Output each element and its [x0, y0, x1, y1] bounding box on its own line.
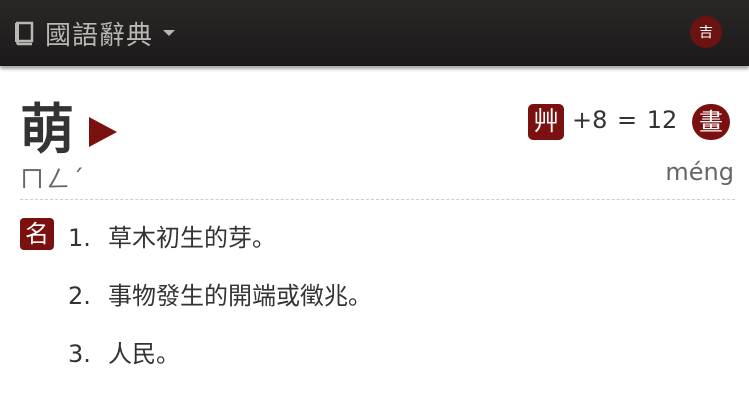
stroke-count: +8 = 12	[572, 106, 678, 134]
seal-icon[interactable]: 吉	[690, 16, 722, 48]
definition-text: 人民。	[108, 340, 180, 368]
definition-number: 3.	[68, 340, 91, 368]
stroke-badge: 畫	[692, 104, 730, 140]
definition-text: 事物發生的開端或徵兆。	[108, 282, 372, 310]
top-bar: 國語辭典 吉	[0, 0, 749, 66]
book-icon	[11, 20, 37, 46]
pinyin: méng	[665, 158, 734, 186]
definition-number: 1.	[68, 224, 91, 252]
definition-item: 1. 草木初生的芽。	[68, 218, 372, 276]
chevron-down-icon	[163, 30, 176, 36]
definition-number: 2.	[68, 282, 91, 310]
headword: 萌	[20, 97, 74, 161]
definition-text: 草木初生的芽。	[108, 224, 276, 252]
dictionary-title: 國語辭典	[45, 20, 154, 51]
radical-badge[interactable]: 艸	[528, 104, 564, 140]
definition-list: 1. 草木初生的芽。 2. 事物發生的開端或徵兆。 3. 人民。	[68, 218, 372, 392]
divider	[20, 199, 735, 200]
play-audio-icon[interactable]	[89, 117, 117, 147]
dictionary-selector[interactable]: 國語辭典	[11, 0, 176, 66]
definition-item: 3. 人民。	[68, 334, 372, 392]
bopomofo: ㄇㄥˊ	[20, 165, 86, 193]
definition-item: 2. 事物發生的開端或徵兆。	[68, 276, 372, 334]
part-of-speech-badge: 名	[20, 218, 54, 250]
seal-glyph: 吉	[699, 25, 713, 41]
